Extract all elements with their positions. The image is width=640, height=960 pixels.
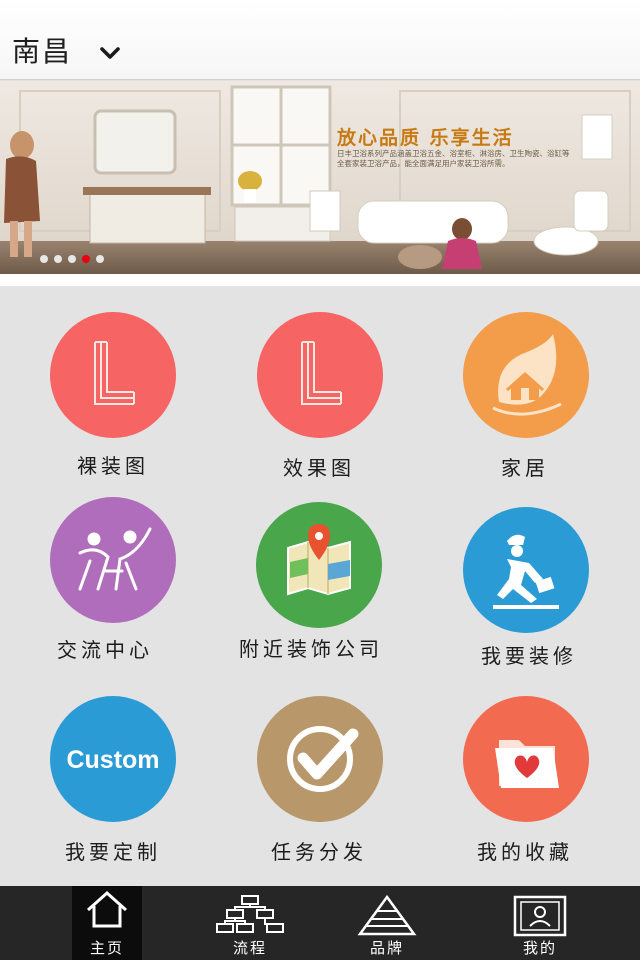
worker-icon — [463, 507, 589, 633]
banner-spacer — [0, 274, 640, 286]
tab-mine[interactable]: 我的 — [505, 886, 575, 960]
grid-item-label: 附近装饰公司 — [239, 637, 383, 661]
bathroom-photo — [0, 81, 640, 274]
grid-item-label: 我要装修 — [481, 644, 577, 668]
l-logo-icon — [50, 312, 176, 438]
profile-icon — [513, 895, 567, 937]
tab-brand[interactable]: 品牌 — [352, 886, 422, 960]
tab-label: 我的 — [522, 939, 557, 957]
tab-home[interactable]: 主页 — [72, 886, 142, 960]
tab-label: 主页 — [89, 939, 124, 957]
tab-label: 流程 — [232, 939, 267, 957]
grid-item-label: 任务分发 — [271, 840, 367, 864]
banner-subtext: 日丰卫浴系列产品涵盖卫浴五金、浴室柜、淋浴房、卫生陶瓷、浴缸等全套家装卫浴产品，… — [337, 149, 570, 168]
city-selector[interactable]: 南昌 — [12, 34, 72, 70]
grid-item-label: 交流中心 — [57, 638, 153, 662]
grid-item-label: 我的收藏 — [477, 840, 573, 864]
chevron-down-icon[interactable] — [98, 42, 122, 66]
map-pin-icon — [256, 502, 382, 628]
tab-process[interactable]: 流程 — [210, 886, 290, 960]
bottom-tab-bar: 主页 流程 品牌 我的 — [0, 886, 640, 960]
top-bar: 南昌 — [0, 0, 640, 80]
people-icon — [50, 497, 176, 623]
tab-label: 品牌 — [369, 939, 404, 957]
grid-item-label: 裸装图 — [77, 454, 149, 478]
home-icon — [86, 890, 128, 928]
banner-slogan: 放心品质 乐享生活 — [337, 127, 514, 149]
grid-item-label: 我要定制 — [65, 840, 161, 864]
carousel-dot[interactable] — [96, 255, 104, 263]
carousel-dot[interactable] — [68, 255, 76, 263]
custom-text: Custom — [66, 746, 159, 774]
grid-item-label: 家居 — [501, 456, 549, 480]
folder-heart-icon — [463, 696, 589, 822]
feature-grid: 裸装图 效果图 家居 交流中心 附近装饰公司 我要装修 Custom 我要定制 … — [0, 286, 640, 886]
check-icon — [257, 696, 383, 822]
grid-item-label: 效果图 — [283, 456, 355, 480]
promo-banner[interactable]: 放心品质 乐享生活 日丰卫浴系列产品涵盖卫浴五金、浴室柜、淋浴房、卫生陶瓷、浴缸… — [0, 81, 640, 274]
carousel-indicators[interactable] — [40, 255, 104, 263]
carousel-dot-active[interactable] — [82, 255, 90, 263]
carousel-dot[interactable] — [40, 255, 48, 263]
leaf-house-icon — [463, 312, 589, 438]
custom-icon: Custom — [50, 696, 176, 822]
pyramid-icon — [357, 894, 417, 936]
l-logo-icon — [257, 312, 383, 438]
carousel-dot[interactable] — [54, 255, 62, 263]
flowchart-icon — [216, 895, 284, 933]
